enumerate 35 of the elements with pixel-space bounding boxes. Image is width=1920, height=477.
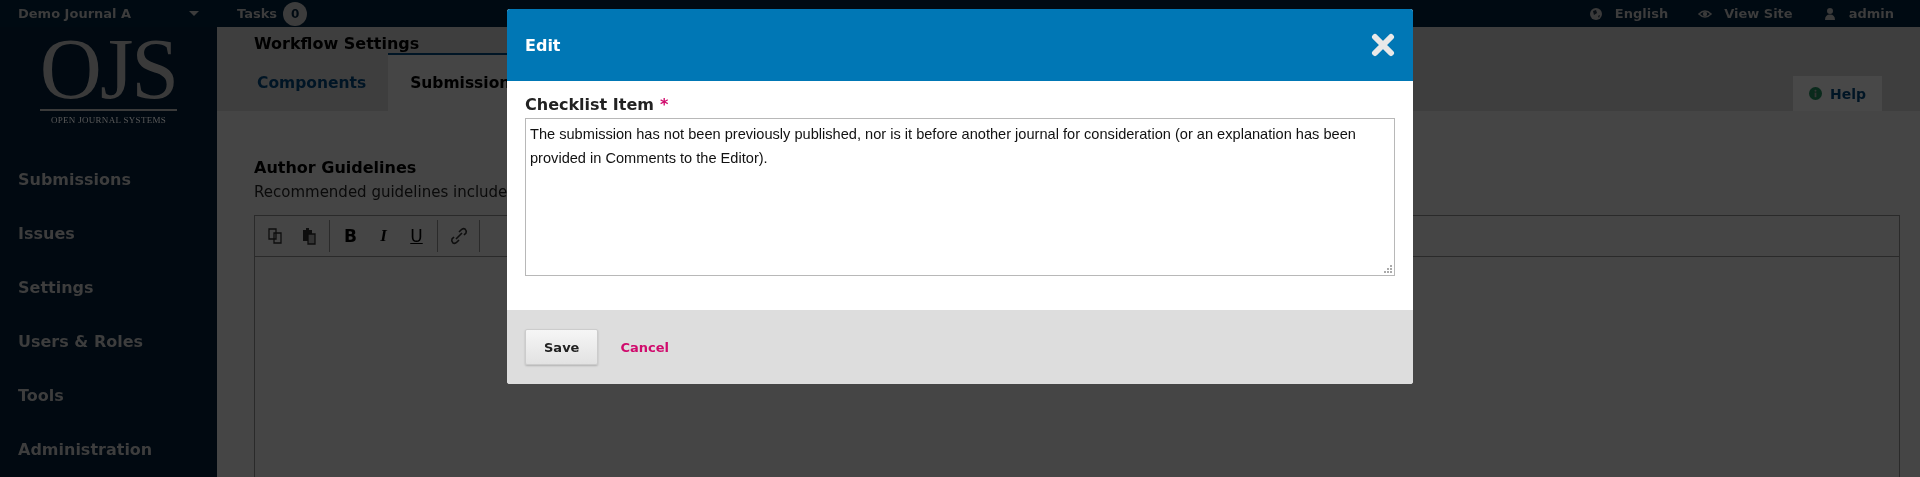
top-link[interactable]: admin (1848, 6, 1894, 21)
task-count-badge: 0 (283, 1, 308, 26)
save-button[interactable]: Save (525, 329, 599, 365)
sidebar-item[interactable]: Submissions (0, 152, 217, 206)
sidebar-item[interactable]: Issues (0, 206, 217, 260)
section-description: Recommended guidelines include (254, 183, 508, 201)
info-icon (1808, 87, 1822, 100)
logo-mark[interactable]: OJS (39, 29, 178, 111)
required-mark: * (659, 95, 669, 114)
cancel-link[interactable]: Cancel (620, 339, 669, 355)
user-icon (1822, 6, 1837, 21)
sidebar-item[interactable]: Settings (0, 260, 217, 314)
top-link[interactable]: View Site (1724, 6, 1793, 21)
tab[interactable]: Components (235, 53, 389, 111)
section-title: Author Guidelines (254, 158, 417, 177)
link-icon[interactable] (449, 227, 468, 245)
close-icon[interactable] (1371, 33, 1395, 57)
dialog-title: Edit (525, 35, 561, 55)
text-area-field[interactable]: The submission has not been previously published, nor is it before another journal for consideration (or an explanation has been provided in Comments to the Editor). (525, 118, 1395, 276)
underline-button[interactable]: U (400, 226, 433, 246)
top-link[interactable]: English (1614, 6, 1669, 21)
sidebar-item[interactable]: Tools (0, 368, 217, 422)
caret-icon[interactable] (189, 11, 199, 16)
page-title: Workflow Settings (254, 34, 420, 53)
sidebar-item[interactable]: Users & Roles (0, 314, 217, 368)
logo-tagline: OPEN JOURNAL SYSTEMS (50, 115, 167, 125)
bold-button[interactable]: B (334, 226, 367, 246)
resize-grip-icon[interactable] (1383, 264, 1392, 273)
sidebar-item[interactable]: Administration (0, 422, 217, 476)
tasks-link[interactable]: Tasks (237, 6, 278, 21)
journal-name[interactable]: Demo Journal A (18, 6, 132, 21)
copy-icon[interactable] (266, 227, 285, 245)
globe-icon (1588, 6, 1603, 21)
italic-button[interactable]: I (367, 226, 400, 246)
help-button[interactable]: Help (1792, 76, 1882, 111)
